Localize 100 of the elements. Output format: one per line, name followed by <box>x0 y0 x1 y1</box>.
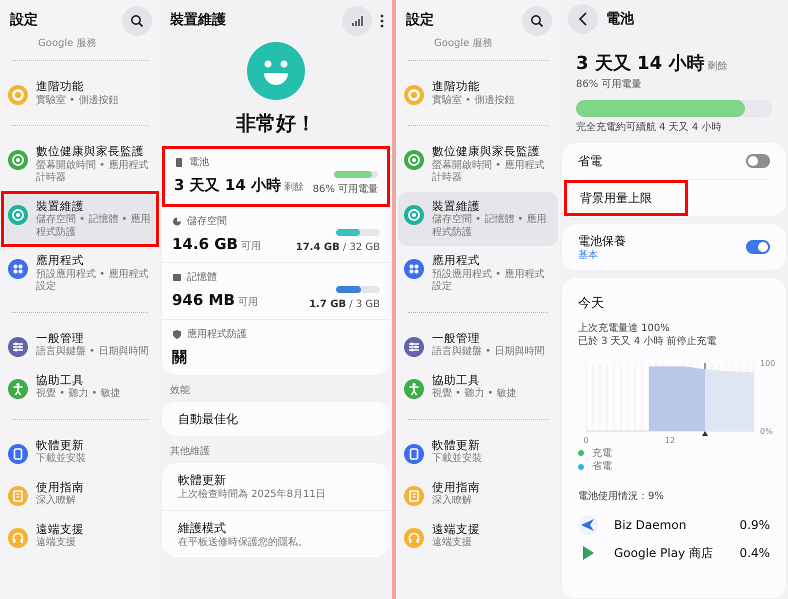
settings-item[interactable]: 遠端支援 遠端支援 <box>398 514 558 557</box>
settings-item[interactable]: 數位健康與家長監護 螢幕開啟時間 • 應用程式計時器 <box>2 137 158 192</box>
item-title: 自動最佳化 <box>178 411 239 428</box>
item-title: 軟體更新 <box>178 472 227 488</box>
item-subtitle: 預設應用程式 • 應用程式設定 <box>36 268 150 294</box>
app-percent: 0.9% <box>740 517 770 534</box>
search-button[interactable] <box>522 6 552 36</box>
status-row[interactable]: 應用程式防護 關 <box>162 320 390 375</box>
settings-item[interactable]: 一般管理 語言與鍵盤 • 日期與時間 <box>398 324 558 366</box>
battery-level-area <box>649 366 705 430</box>
item-subtitle: 深入瞭解 <box>432 495 473 508</box>
info-text: 已於 3 天又 4 小時 前停止充電 <box>578 335 718 348</box>
item-title: 一般管理 <box>432 330 481 346</box>
item-title: 應用程式 <box>432 253 481 268</box>
unit-label: 剩餘 <box>284 181 304 195</box>
info-text: 上次充電量達 100% <box>578 322 671 335</box>
item-subtitle: 在平板送修時保護您的隱私。 <box>178 536 309 549</box>
item-subtitle: 螢幕開啟時間 • 應用程式計時器 <box>432 160 546 185</box>
toggle-switch[interactable] <box>746 154 770 168</box>
list-item[interactable]: 自動最佳化 <box>162 402 390 436</box>
pie-icon <box>172 216 182 226</box>
battery-level-area <box>705 368 754 430</box>
settings-item[interactable]: 使用指南 深入瞭解 <box>398 472 558 515</box>
item-subtitle: 上次檢查時間為 2025年8月11日 <box>178 489 327 502</box>
axis-tick-label: 12 <box>664 436 676 444</box>
settings-item[interactable]: 使用指南 深入瞭解 <box>2 472 158 515</box>
row-value: 14.6 GB <box>172 234 238 254</box>
settings-item[interactable]: 應用程式 預設應用程式 • 應用程式設定 <box>2 246 158 301</box>
settings-item[interactable]: 進階功能 實驗室 • 側邊按鈕 <box>2 72 158 114</box>
search-icon <box>530 14 544 28</box>
shield-icon <box>172 328 182 340</box>
item-subtitle: 儲存空間 • 記憶體 • 應用程式防護 <box>432 214 548 240</box>
row-label: 記憶體 <box>187 270 217 285</box>
item-title: 一般管理 <box>36 330 85 346</box>
row-title: 背景用量上限 <box>580 190 652 206</box>
back-button[interactable] <box>568 4 598 34</box>
more-icon <box>380 14 384 28</box>
row-label: 儲存空間 <box>187 214 227 228</box>
row-value: 3 天又 14 小時 <box>174 175 281 196</box>
full-charge-text: 完全充電約可續航 4 天又 4 小時 <box>576 121 722 134</box>
app-name: Google Play 商店 <box>614 545 714 562</box>
item-title: 協助工具 <box>432 372 481 388</box>
item-subtitle: 視覺 • 聽力 • 敏捷 <box>432 388 517 401</box>
usage-reading: 86% 可用電量 <box>312 182 378 196</box>
settings-item[interactable]: 軟體更新 下載並安裝 <box>2 430 158 473</box>
row-title: 電池保養 <box>578 232 626 250</box>
settings-item[interactable]: 數位健康與家長監護 螢幕開啟時間 • 應用程式計時器 <box>398 137 558 192</box>
settings-item[interactable]: 遠端支援 遠端支援 <box>2 514 158 557</box>
toggle-switch[interactable] <box>746 240 770 254</box>
section-heading: 效能 <box>169 384 191 398</box>
axis-tick-label: 100 <box>760 358 776 368</box>
section-heading: 其他維護 <box>169 444 211 459</box>
app-row[interactable]: Google Play 商店 0.4% <box>578 539 770 567</box>
usage-reading: 17.4 GB / 32 GB <box>296 241 380 255</box>
battery-icon <box>174 157 184 168</box>
search-icon <box>130 14 144 28</box>
settings-item[interactable]: 進階功能 實驗室 • 側邊按鈕 <box>398 72 558 114</box>
row-label: 電池 <box>189 156 209 170</box>
item-subtitle: 深入瞭解 <box>36 495 77 508</box>
app-percent: 0.4% <box>740 545 770 562</box>
settings-item[interactable]: 軟體更新 下載並安裝 <box>398 430 558 473</box>
status-row[interactable]: 電池 3 天又 14 小時 剩餘 86% 可用電量 <box>162 146 390 206</box>
settings-item[interactable]: 一般管理 語言與鍵盤 • 日期與時間 <box>2 324 158 366</box>
item-subtitle: 螢幕開啟時間 • 應用程式計時器 <box>36 160 150 185</box>
page-title: 設定 <box>406 10 434 30</box>
item-subtitle: 視覺 • 聽力 • 敏捷 <box>36 388 121 401</box>
legend-label: 省電 <box>592 460 612 474</box>
item-subtitle: 語言與鍵盤 • 日期與時間 <box>432 346 544 359</box>
chip-icon <box>172 272 182 283</box>
status-text: 非常好！ <box>235 110 317 137</box>
list-item[interactable]: 維護模式 在平板送修時保護您的隱私。 <box>162 510 390 557</box>
usage-heading: 電池使用情況：9% <box>578 490 665 503</box>
status-row[interactable]: 儲存空間 14.6 GB 可用 17.4 GB / 32 GB <box>162 206 390 263</box>
page-title: 裝置維護 <box>170 11 226 30</box>
usage-reading: 1.7 GB / 3 GB <box>309 298 380 312</box>
legend-label: 充電 <box>592 446 612 460</box>
status-row[interactable]: 記憶體 946 MB 可用 1.7 GB / 3 GB <box>162 263 390 320</box>
item-title: 數位健康與家長監護 <box>432 144 541 160</box>
chart-button[interactable] <box>342 6 372 36</box>
app-row[interactable]: Biz Daemon 0.9% <box>578 511 770 539</box>
settings-item[interactable]: 裝置維護 儲存空間 • 記憶體 • 應用程式防護 <box>2 192 158 246</box>
item-subtitle: 語言與鍵盤 • 日期與時間 <box>36 346 148 359</box>
settings-item[interactable]: 裝置維護 儲存空間 • 記憶體 • 應用程式防護 <box>398 192 558 246</box>
settings-item[interactable]: 協助工具 視覺 • 聽力 • 敏捷 <box>2 366 158 408</box>
search-button[interactable] <box>122 6 152 36</box>
settings-row[interactable]: 省電 <box>562 142 786 178</box>
settings-item[interactable]: 應用程式 預設應用程式 • 應用程式設定 <box>398 246 558 301</box>
smiley-icon <box>247 42 305 100</box>
item-title: 維護模式 <box>178 520 227 536</box>
settings-item[interactable]: 協助工具 視覺 • 聽力 • 敏捷 <box>398 366 558 408</box>
item-title: 數位健康與家長監護 <box>36 144 145 160</box>
unit-label: 可用 <box>240 240 261 254</box>
list-item[interactable]: 軟體更新 上次檢查時間為 2025年8月11日 <box>162 463 390 510</box>
item-title: 應用程式 <box>36 253 85 268</box>
item-title: 協助工具 <box>36 372 85 388</box>
item-subtitle: 儲存空間 • 記憶體 • 應用程式防護 <box>36 214 152 240</box>
settings-row[interactable]: 背景用量上限 <box>564 180 688 216</box>
item-title: 使用指南 <box>432 480 480 494</box>
back-icon <box>578 12 588 26</box>
item-title: 裝置維護 <box>432 198 481 214</box>
